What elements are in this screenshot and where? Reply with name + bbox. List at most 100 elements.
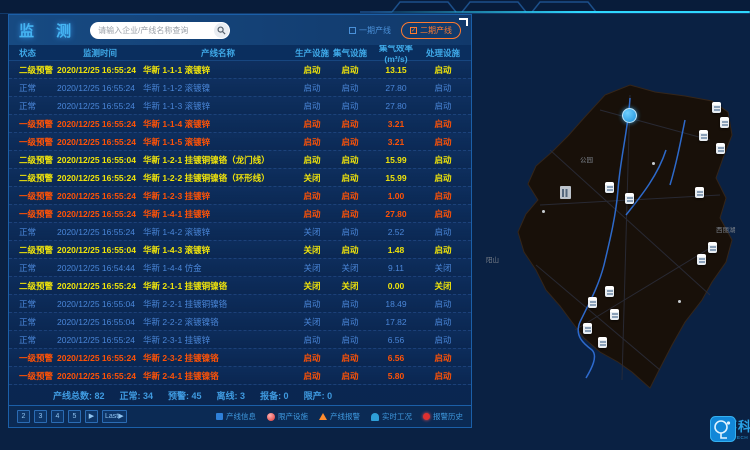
table-row[interactable]: 二级预警2020/12/25 16:55:24华新 1-1-1 滚镀锌启动启动1… — [9, 61, 471, 79]
road-sign-marker[interactable] — [708, 242, 717, 253]
table-header: 状态监测时间产线名称生产设施集气设施集气效率(m³/s)处理设施 — [9, 45, 471, 61]
efficiency-cell: 15.99 — [369, 173, 423, 183]
table-row[interactable]: 正常2020/12/25 16:54:44华新 1-4-4 仿金关闭关闭9.11… — [9, 259, 471, 277]
road-sign-marker[interactable] — [716, 143, 725, 154]
treat-facility-cell: 启动 — [423, 226, 463, 238]
table-row[interactable]: 二级预警2020/12/25 16:55:24华新 2-1-1 挂镀铜镍铬关闭关… — [9, 277, 471, 295]
legend-item[interactable]: 报警历史 — [423, 411, 463, 422]
gas-facility-cell: 启动 — [331, 208, 369, 220]
column-header: 产线名称 — [143, 47, 293, 59]
road-sign-marker[interactable] — [720, 117, 729, 128]
search-box[interactable] — [90, 22, 230, 39]
time-cell: 2020/12/25 16:55:24 — [57, 371, 143, 381]
table-row[interactable]: 一级预警2020/12/25 16:55:24华新 2-3-2 挂镀镍铬启动启动… — [9, 349, 471, 367]
treat-facility-cell: 启动 — [423, 136, 463, 148]
table-row[interactable]: 正常2020/12/25 16:55:24华新 1-4-2 滚镀锌关闭启动2.5… — [9, 223, 471, 241]
table-row[interactable]: 正常2020/12/25 16:55:04华新 2-2-1 挂镀铜镍铬启动启动1… — [9, 295, 471, 313]
checkbox-unchecked-icon — [349, 27, 356, 34]
prod-facility-cell: 启动 — [293, 100, 331, 112]
table-row[interactable]: 正常2020/12/25 16:55:24华新 1-1-2 滚镀镍启动启动27.… — [9, 79, 471, 97]
table-row[interactable]: 一级预警2020/12/25 16:55:24华新 1-1-4 滚镀锌启动启动3… — [9, 115, 471, 133]
summary-item: 产线总数: 82 — [53, 389, 105, 402]
legend-item[interactable]: 实时工况 — [371, 411, 412, 422]
page-title: 监 测 — [19, 20, 80, 41]
table-row[interactable]: 一级预警2020/12/25 16:55:24华新 1-1-5 滚镀锌启动启动3… — [9, 133, 471, 151]
road-sign-marker[interactable] — [605, 286, 614, 297]
road-sign-marker[interactable] — [583, 323, 592, 334]
phase1-checkbox[interactable]: 一期产线 — [349, 25, 391, 36]
table-row[interactable]: 正常2020/12/25 16:55:04华新 2-2-2 滚镀镍铬关闭启动17… — [9, 313, 471, 331]
table-row[interactable]: 二级预警2020/12/25 16:55:04华新 1-2-1 挂镀铜镍铬（龙门… — [9, 151, 471, 169]
time-cell: 2020/12/25 16:55:24 — [57, 83, 143, 93]
road-sign-marker[interactable] — [697, 254, 706, 265]
page-button[interactable]: 2 — [17, 410, 30, 423]
checkbox-checked-icon: ✓ — [410, 27, 417, 34]
gas-facility-cell: 启动 — [331, 352, 369, 364]
legend-item[interactable]: 产线报警 — [319, 411, 360, 422]
status-cell: 二级预警 — [13, 154, 57, 166]
table-row[interactable]: 一级预警2020/12/25 16:55:24华新 1-2-3 挂镀锌启动启动1… — [9, 187, 471, 205]
status-cell: 一级预警 — [13, 190, 57, 202]
page-button[interactable]: 4 — [51, 410, 64, 423]
dot-red-icon — [423, 413, 430, 420]
status-cell: 一级预警 — [13, 208, 57, 220]
name-cell: 华新 1-4-4 仿金 — [143, 262, 293, 274]
name-cell: 华新 1-1-1 滚镀锌 — [143, 64, 293, 76]
prod-facility-cell: 关闭 — [293, 316, 331, 328]
table-row[interactable]: 正常2020/12/25 16:55:24华新 1-1-3 滚镀锌启动启动27.… — [9, 97, 471, 115]
page-button[interactable]: 3 — [34, 410, 47, 423]
name-cell: 华新 1-1-3 滚镀锌 — [143, 100, 293, 112]
gas-facility-cell: 启动 — [331, 136, 369, 148]
treat-facility-cell: 关闭 — [423, 262, 463, 274]
place-label: 公园 — [580, 154, 593, 164]
search-input[interactable] — [90, 26, 214, 35]
time-cell: 2020/12/25 16:55:04 — [57, 245, 143, 255]
name-cell: 华新 1-4-2 滚镀锌 — [143, 226, 293, 238]
status-cell: 一级预警 — [13, 352, 57, 364]
treat-facility-cell: 启动 — [423, 100, 463, 112]
efficiency-cell: 6.56 — [369, 353, 423, 363]
place-label: 西丽湖 — [716, 224, 736, 234]
table-row[interactable]: 一级预警2020/12/25 16:55:24华新 2-4-1 挂镀镍铬启动启动… — [9, 367, 471, 385]
table-row[interactable]: 一级预警2020/12/25 16:55:24华新 1-4-1 挂镀锌启动启动2… — [9, 205, 471, 223]
name-cell: 华新 1-1-5 滚镀锌 — [143, 136, 293, 148]
column-header: 生产设施 — [293, 47, 331, 59]
road-sign-marker[interactable] — [605, 182, 614, 193]
time-cell: 2020/12/25 16:55:24 — [57, 227, 143, 237]
table-row[interactable]: 二级预警2020/12/25 16:55:24华新 1-2-2 挂镀铜镍铬（环形… — [9, 169, 471, 187]
map-area[interactable]: 西丽湖阳山公园 力嘉科技 LEAGUE TECH — [480, 0, 750, 450]
prod-facility-cell: 启动 — [293, 334, 331, 346]
prod-facility-cell: 关闭 — [293, 226, 331, 238]
status-cell: 二级预警 — [13, 244, 57, 256]
column-header: 监测时间 — [57, 47, 143, 59]
page-button[interactable]: ▶ — [85, 410, 98, 423]
gas-facility-cell: 启动 — [331, 370, 369, 382]
gas-facility-cell: 启动 — [331, 118, 369, 130]
name-cell: 华新 1-2-2 挂镀铜镍铬（环形线） — [143, 172, 293, 184]
road-sign-marker[interactable] — [598, 337, 607, 348]
page-button[interactable]: Last▶ — [102, 410, 127, 423]
table-row[interactable]: 正常2020/12/25 16:55:24华新 2-3-1 挂镀锌启动启动6.5… — [9, 331, 471, 349]
legend-item[interactable]: 限产设施 — [267, 411, 308, 422]
time-cell: 2020/12/25 16:55:24 — [57, 137, 143, 147]
road-sign-marker[interactable] — [695, 187, 704, 198]
person-blue-icon — [371, 413, 379, 421]
search-icon[interactable] — [214, 23, 229, 38]
phase1-label: 一期产线 — [359, 25, 391, 36]
page-button[interactable]: 5 — [68, 410, 81, 423]
legend-item[interactable]: 产线信息 — [216, 411, 256, 422]
road-sign-marker[interactable] — [610, 309, 619, 320]
map-legend: 产线信息限产设施产线报警实时工况报警历史 — [216, 411, 463, 422]
road-sign-marker[interactable] — [625, 193, 634, 204]
column-header: 状态 — [13, 47, 57, 59]
road-sign-marker[interactable] — [588, 297, 597, 308]
company-logo: 力嘉科技 LEAGUE TECH — [710, 416, 750, 440]
time-cell: 2020/12/25 16:55:24 — [57, 281, 143, 291]
cluster-marker[interactable] — [622, 108, 637, 123]
table-row[interactable]: 二级预警2020/12/25 16:55:04华新 1-4-3 滚镀锌关闭启动1… — [9, 241, 471, 259]
name-cell: 华新 1-2-3 挂镀锌 — [143, 190, 293, 202]
column-header: 集气设施 — [331, 47, 369, 59]
road-sign-marker[interactable] — [699, 130, 708, 141]
phase2-checkbox[interactable]: ✓ 二期产线 — [401, 22, 461, 39]
road-sign-marker[interactable] — [712, 102, 721, 113]
